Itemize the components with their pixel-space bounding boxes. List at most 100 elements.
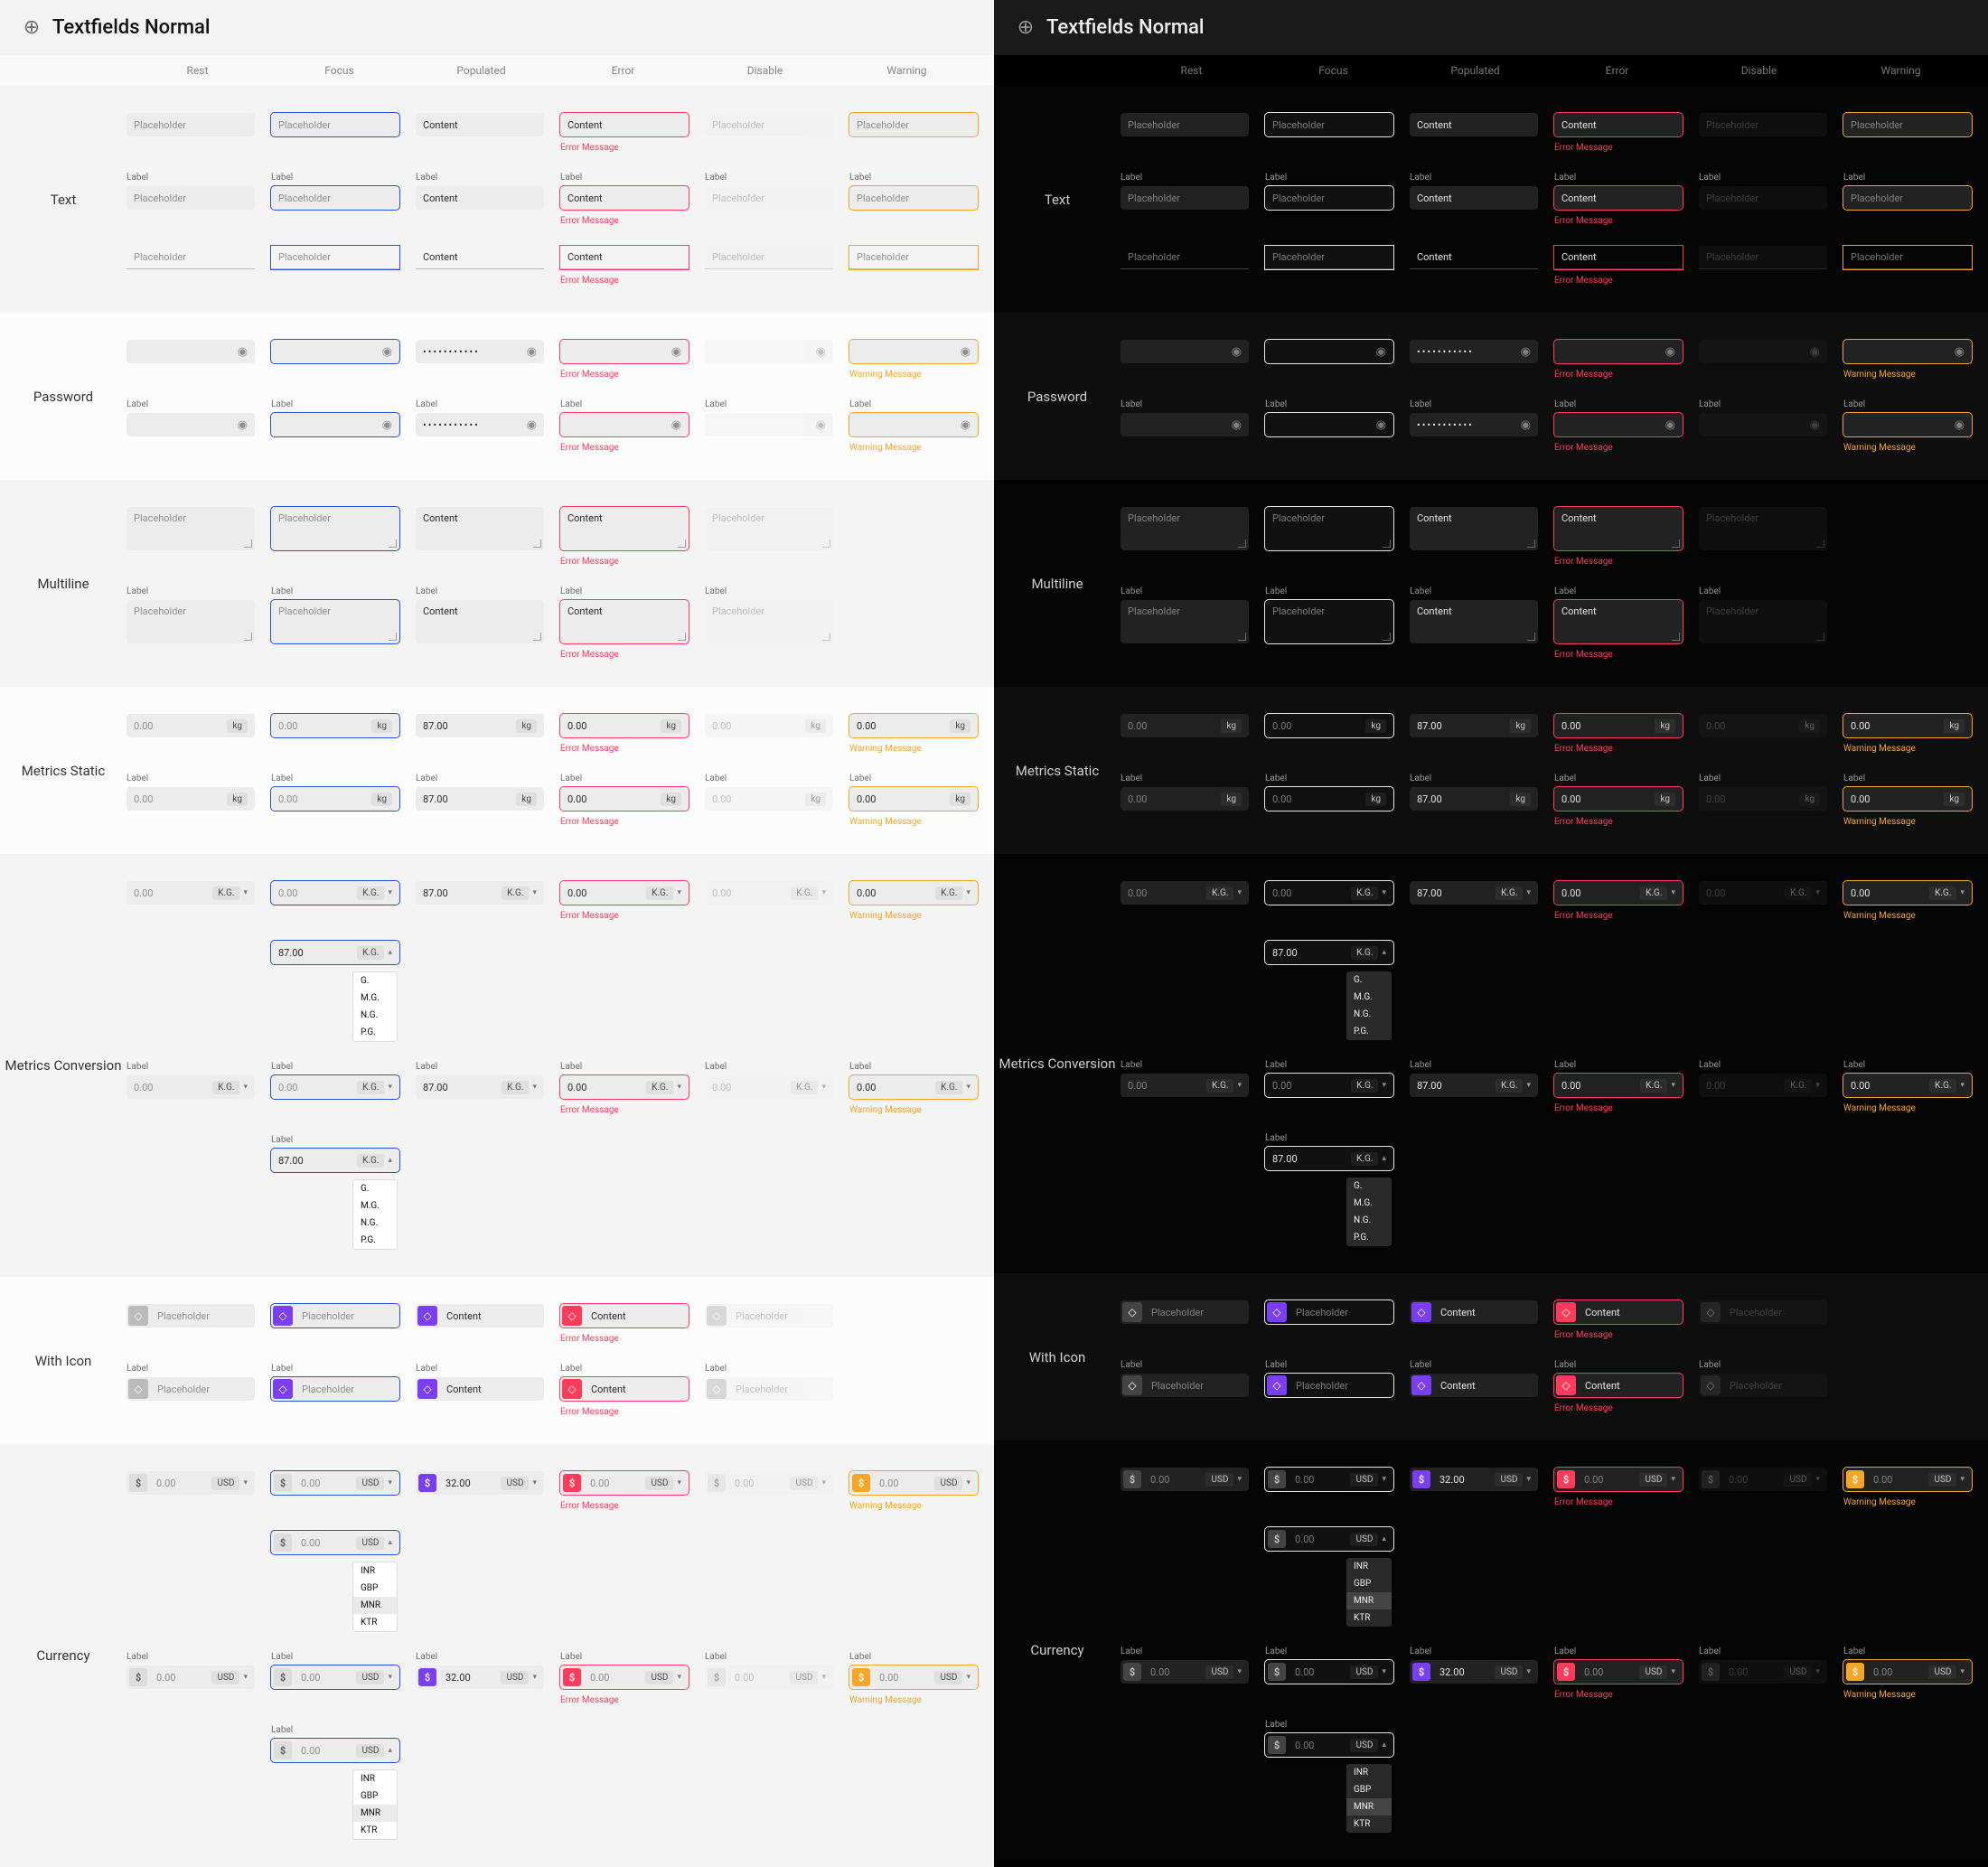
currency-input[interactable]: $0.00USD▴ xyxy=(271,1531,399,1554)
currency-select[interactable]: USD▾ xyxy=(1928,1473,1965,1487)
password-input[interactable]: ◉ xyxy=(127,340,255,363)
unit-select[interactable]: K.G.▾ xyxy=(502,1081,537,1094)
dropdown-menu[interactable]: G.M.G.N.G.P.G. xyxy=(1346,971,1392,1040)
metric-input[interactable]: 87.00kg xyxy=(416,714,544,737)
text-input[interactable]: Placeholder xyxy=(127,246,255,269)
metric-input[interactable]: 0.00kg xyxy=(127,714,255,737)
currency-select[interactable]: USD▾ xyxy=(211,1477,248,1490)
password-input[interactable]: ◉ xyxy=(1265,413,1393,436)
metric-input[interactable]: 87.00kg xyxy=(1410,787,1538,811)
metric-conv-input[interactable]: 0.00K.G.▾ xyxy=(1843,881,1972,905)
eye-icon[interactable]: ◉ xyxy=(1810,345,1820,359)
unit-select[interactable]: K.G.▾ xyxy=(502,887,537,900)
dropdown-menu[interactable]: G.M.G.N.G.P.G. xyxy=(352,1179,398,1250)
password-input[interactable]: •••••••••••◉ xyxy=(416,340,544,363)
dropdown-menu[interactable]: INRGBPMNRKTR xyxy=(1346,1558,1392,1627)
currency-select[interactable]: USD▾ xyxy=(790,1477,826,1490)
password-input[interactable]: •••••••••••◉ xyxy=(416,413,544,436)
password-input[interactable]: ◉ xyxy=(849,413,978,436)
icon-input[interactable]: ◇Content xyxy=(560,1304,689,1328)
eye-icon[interactable]: ◉ xyxy=(671,418,681,432)
metric-conv-input[interactable]: 87.00K.G.▾ xyxy=(416,1075,544,1099)
currency-input[interactable]: $32.00USD▾ xyxy=(416,1665,544,1689)
currency-input[interactable]: $0.00USD▴ xyxy=(1265,1733,1393,1757)
currency-input[interactable]: $0.00USD▾ xyxy=(1265,1468,1393,1491)
multiline-input[interactable]: Content xyxy=(1410,507,1538,550)
currency-select[interactable]: USD▾ xyxy=(1784,1665,1820,1679)
metric-input[interactable]: 0.00kg xyxy=(127,787,255,811)
text-input[interactable]: Content xyxy=(560,113,689,136)
metric-input[interactable]: 0.00kg xyxy=(849,787,978,811)
dropdown-menu[interactable]: G.M.G.N.G.P.G. xyxy=(1346,1177,1392,1246)
currency-select[interactable]: USD▾ xyxy=(1205,1665,1242,1679)
metric-input[interactable]: 0.00kg xyxy=(849,714,978,737)
dropdown-option[interactable]: KTR xyxy=(1346,1815,1392,1833)
multiline-input[interactable]: Content xyxy=(416,507,544,550)
text-input[interactable]: Placeholder xyxy=(849,113,978,136)
password-input[interactable]: ◉ xyxy=(560,413,689,436)
icon-input[interactable]: ◇Placeholder xyxy=(127,1377,255,1401)
dropdown-menu[interactable]: INRGBPMNRKTR xyxy=(352,1769,398,1840)
text-input[interactable]: Placeholder xyxy=(1843,113,1972,136)
text-input[interactable]: Placeholder xyxy=(271,246,399,269)
text-input[interactable]: Placeholder xyxy=(271,113,399,136)
unit-select[interactable]: K.G.▾ xyxy=(1929,887,1965,900)
eye-icon[interactable]: ◉ xyxy=(382,345,392,359)
password-input[interactable]: ◉ xyxy=(271,413,399,436)
metric-conv-input[interactable]: 0.00K.G.▾ xyxy=(127,881,255,905)
eye-icon[interactable]: ◉ xyxy=(238,418,248,432)
password-input[interactable]: ◉ xyxy=(1265,340,1393,363)
dropdown-option[interactable]: GBP xyxy=(1346,1575,1392,1592)
eye-icon[interactable]: ◉ xyxy=(382,418,392,432)
icon-input[interactable]: ◇Content xyxy=(1410,1300,1538,1324)
text-input[interactable]: Placeholder xyxy=(1265,186,1393,210)
metric-input[interactable]: 0.00kg xyxy=(271,787,399,811)
metric-input[interactable]: 87.00kg xyxy=(416,787,544,811)
icon-input[interactable]: ◇Content xyxy=(416,1377,544,1401)
eye-icon[interactable]: ◉ xyxy=(816,418,826,432)
currency-input[interactable]: $0.00USD▾ xyxy=(560,1665,689,1689)
unit-select[interactable]: K.G.▾ xyxy=(935,1081,971,1094)
currency-input[interactable]: $0.00USD▾ xyxy=(849,1471,978,1495)
unit-select[interactable]: K.G.▾ xyxy=(1640,1079,1675,1093)
unit-select[interactable]: K.G.▾ xyxy=(212,887,248,900)
currency-input[interactable]: $0.00USD▾ xyxy=(271,1665,399,1689)
dropdown-option[interactable]: G. xyxy=(1346,1177,1392,1195)
dropdown-option[interactable]: MNR xyxy=(353,1597,397,1614)
unit-select[interactable]: K.G.▾ xyxy=(1640,887,1675,900)
metric-conv-input[interactable]: 87.00K.G.▴ xyxy=(271,1149,399,1172)
currency-select[interactable]: USD▾ xyxy=(1495,1473,1531,1487)
text-input[interactable]: Content xyxy=(560,186,689,210)
unit-select[interactable]: K.G.▾ xyxy=(1351,887,1386,900)
dropdown-option[interactable]: MNR xyxy=(353,1805,397,1822)
text-input[interactable]: Content xyxy=(1554,113,1683,136)
dropdown-option[interactable]: INR xyxy=(353,1770,397,1787)
dropdown-option[interactable]: KTR xyxy=(353,1614,397,1631)
eye-icon[interactable]: ◉ xyxy=(1810,418,1820,432)
multiline-input[interactable]: Placeholder xyxy=(127,507,255,550)
dropdown-option[interactable]: N.G. xyxy=(1346,1006,1392,1023)
multiline-input[interactable]: Placeholder xyxy=(1121,600,1249,643)
currency-input[interactable]: $32.00USD▾ xyxy=(1410,1468,1538,1491)
dropdown-option[interactable]: GBP xyxy=(353,1580,397,1597)
icon-input[interactable]: ◇Content xyxy=(1410,1374,1538,1397)
multiline-input[interactable]: Content xyxy=(560,507,689,550)
dropdown-option[interactable]: P.G. xyxy=(1346,1229,1392,1246)
dropdown-option[interactable]: N.G. xyxy=(1346,1212,1392,1229)
icon-input[interactable]: ◇Placeholder xyxy=(1121,1300,1249,1324)
text-input[interactable]: Placeholder xyxy=(127,113,255,136)
currency-select[interactable]: USD▾ xyxy=(934,1671,971,1684)
dropdown-option[interactable]: P.G. xyxy=(353,1232,397,1249)
metric-input[interactable]: 0.00kg xyxy=(1265,787,1393,811)
text-input[interactable]: Placeholder xyxy=(1121,246,1249,269)
eye-icon[interactable]: ◉ xyxy=(671,345,681,359)
currency-input[interactable]: $0.00USD▾ xyxy=(560,1471,689,1495)
multiline-input[interactable]: Content xyxy=(1554,600,1683,643)
dropdown-option[interactable]: P.G. xyxy=(353,1024,397,1041)
dropdown-option[interactable]: GBP xyxy=(353,1787,397,1805)
currency-select[interactable]: USD▴ xyxy=(356,1744,392,1758)
multiline-input[interactable]: Placeholder xyxy=(127,600,255,643)
eye-icon[interactable]: ◉ xyxy=(238,345,248,359)
multiline-input[interactable]: Content xyxy=(1554,507,1683,550)
metric-conv-input[interactable]: 87.00K.G.▴ xyxy=(1265,1147,1393,1170)
